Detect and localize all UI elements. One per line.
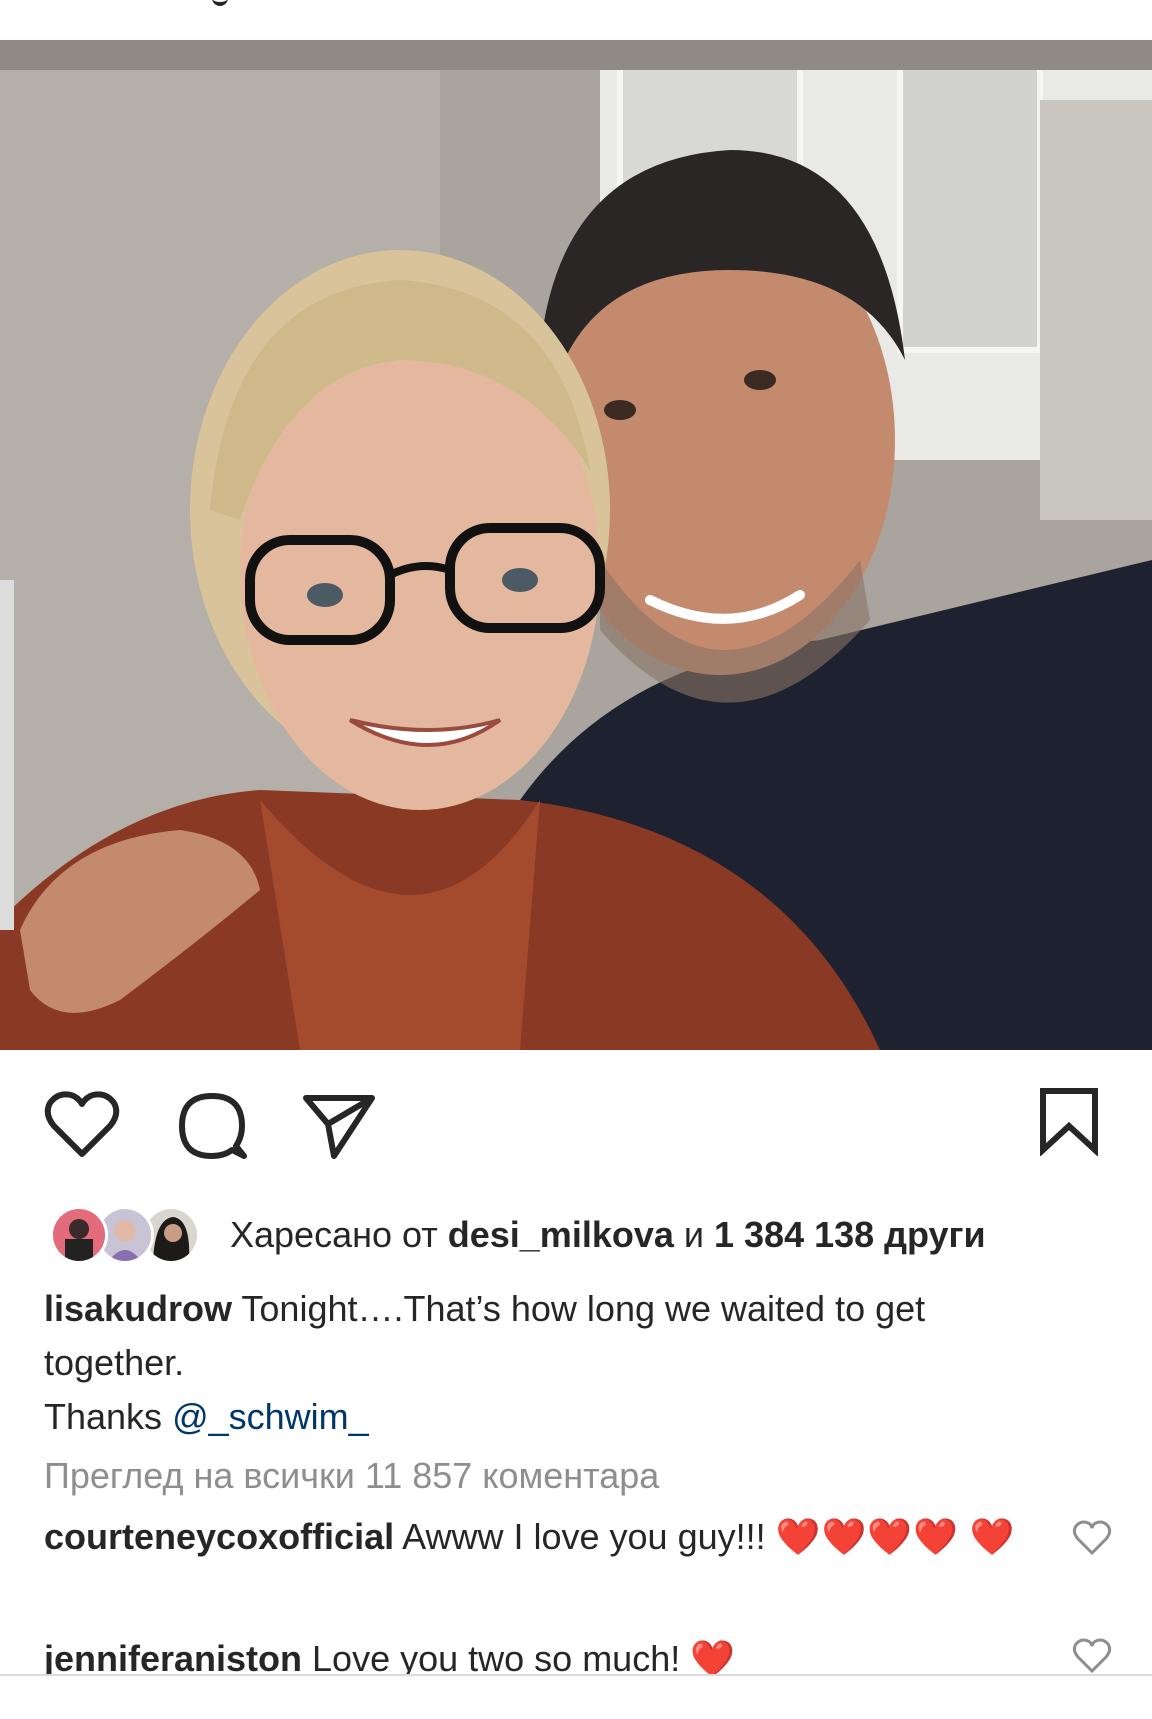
comment-text: Awww I love you guy!!! — [394, 1516, 776, 1557]
likes-prefix: Харесано от — [230, 1214, 438, 1255]
cropped-title-glyph — [212, 0, 228, 6]
top-bar — [0, 0, 1152, 40]
caption-mention-link[interactable]: @_schwim_ — [172, 1396, 369, 1437]
save-bookmark-icon[interactable] — [1038, 1086, 1100, 1156]
caption-thanks-line: Thanks @_schwim_ — [44, 1390, 1044, 1444]
comment-like-heart-icon[interactable] — [1072, 1638, 1112, 1678]
comment-hearts: ❤️ — [690, 1638, 737, 1679]
likes-conjunction: и — [683, 1214, 704, 1255]
share-paper-plane-icon[interactable] — [302, 1092, 376, 1160]
comment-username[interactable]: jenniferaniston — [44, 1638, 302, 1679]
likes-text[interactable]: Харесано от desi_milkova и 1 384 138 дру… — [230, 1214, 986, 1256]
caption-username[interactable]: lisakudrow — [44, 1288, 232, 1329]
comment: courteneycoxofficial Awww I love you guy… — [44, 1510, 1044, 1564]
liker-username[interactable]: desi_milkova — [448, 1214, 674, 1255]
comment-text: Love you two so much! — [302, 1638, 691, 1679]
caption-thanks: Thanks — [44, 1396, 173, 1437]
avatar — [50, 1206, 108, 1264]
post-actions — [0, 1060, 1152, 1180]
likes-count[interactable]: 1 384 138 други — [714, 1214, 986, 1255]
comment-hearts: ❤️❤️❤️❤️ ❤️ — [775, 1516, 1016, 1557]
comment-username[interactable]: courteneycoxofficial — [44, 1516, 394, 1557]
view-all-comments-link[interactable]: Преглед на всички 11 857 коментара — [44, 1455, 659, 1497]
like-heart-icon[interactable] — [44, 1090, 120, 1160]
post-caption: lisakudrow Tonight….That’s how long we w… — [44, 1282, 1044, 1444]
likes-row: Харесано от desi_milkova и 1 384 138 дру… — [44, 1200, 986, 1270]
comment-like-heart-icon[interactable] — [1072, 1520, 1112, 1560]
photo-illustration — [0, 40, 1152, 1050]
liker-avatars[interactable] — [44, 1204, 204, 1266]
post-photo[interactable] — [0, 40, 1152, 1050]
caption-line: lisakudrow Tonight….That’s how long we w… — [44, 1282, 1044, 1390]
comment-bubble-icon[interactable] — [176, 1090, 248, 1162]
bottom-nav-bar — [0, 1676, 1152, 1719]
